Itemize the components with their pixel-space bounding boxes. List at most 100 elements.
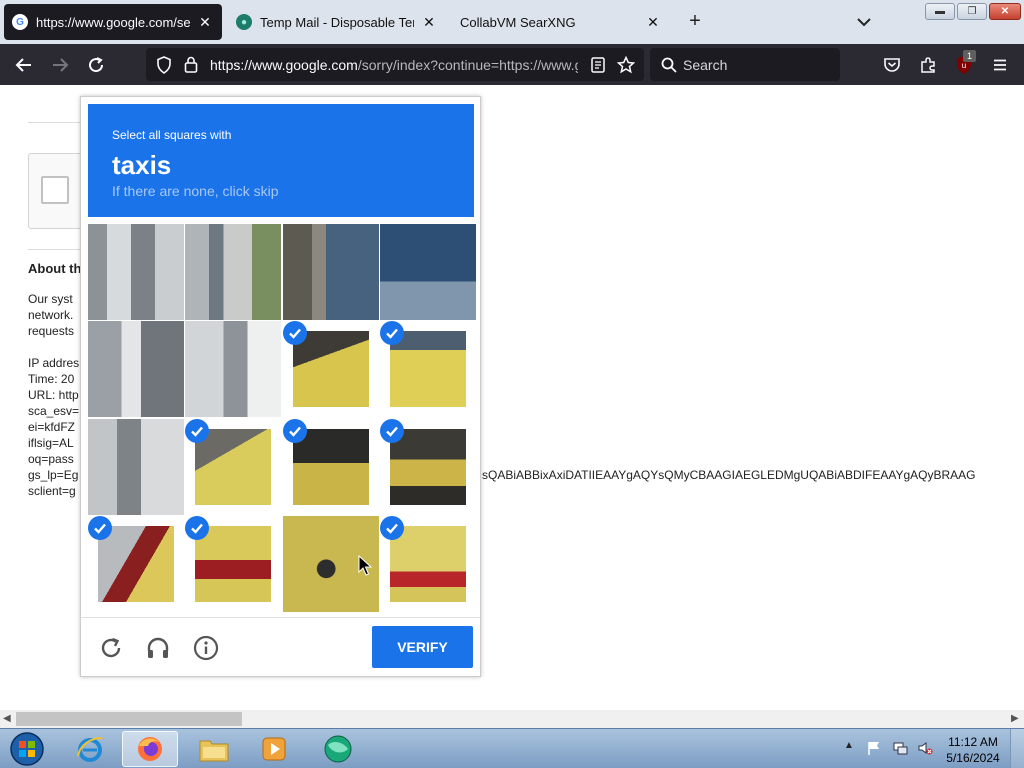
tab-title: Temp Mail - Disposable Temporary: [260, 14, 414, 30]
close-tab-icon[interactable]: ✕: [644, 14, 662, 31]
chevron-down-icon: [857, 18, 871, 27]
taskbar-collabvm-app[interactable]: [310, 731, 366, 767]
captcha-tile[interactable]: [282, 224, 379, 320]
im-not-a-robot-checkbox[interactable]: [41, 176, 69, 204]
lock-icon[interactable]: [184, 56, 198, 73]
tile-image: [292, 331, 369, 408]
captcha-tile[interactable]: [185, 321, 282, 418]
pocket-icon: [884, 58, 900, 72]
audio-challenge-button[interactable]: [144, 634, 172, 662]
close-window-button[interactable]: ✕: [989, 3, 1021, 20]
divider: [28, 122, 88, 123]
bookmark-star-icon[interactable]: [617, 56, 635, 74]
captcha-tile[interactable]: [379, 418, 476, 515]
captcha-tile[interactable]: [379, 321, 476, 417]
recaptcha-widget[interactable]: [28, 153, 88, 229]
app-menu-button[interactable]: [987, 52, 1013, 78]
taskbar-media-player[interactable]: [246, 731, 302, 767]
media-player-icon: [262, 737, 286, 761]
tile-checkmark-icon: [185, 418, 210, 443]
tile-image: [389, 428, 466, 505]
address-bar[interactable]: https://www.google.com/sorry/index?conti…: [146, 48, 644, 81]
minimize-button[interactable]: ▬: [925, 3, 955, 20]
url-text[interactable]: https://www.google.com/sorry/index?conti…: [210, 57, 578, 73]
windows-taskbar: ▲ 11:12 AM 5/16/2024: [0, 728, 1024, 768]
tile-image: [195, 525, 272, 602]
tab-temp-mail[interactable]: ● Temp Mail - Disposable Temporary ✕: [228, 4, 446, 40]
captcha-tile[interactable]: [88, 515, 184, 612]
scroll-right-icon[interactable]: ▶: [1011, 713, 1019, 724]
scroll-left-icon[interactable]: ◀: [3, 713, 11, 724]
challenge-header: Select all squares with taxis If there a…: [88, 104, 474, 217]
close-tab-icon[interactable]: ✕: [196, 14, 214, 31]
tile-image: [185, 321, 282, 418]
ublock-button[interactable]: u 1: [951, 50, 977, 78]
collabvm-globe-icon: [324, 735, 352, 763]
captcha-tile[interactable]: [88, 321, 184, 418]
tile-image: [389, 525, 466, 602]
captcha-tile[interactable]: [379, 515, 476, 612]
captcha-tile[interactable]: [379, 224, 476, 320]
show-hidden-icons-icon[interactable]: ▲: [844, 740, 860, 756]
about-heading: About th: [28, 261, 82, 276]
scrollbar-thumb[interactable]: [16, 712, 242, 726]
tab-collabvm-searxng[interactable]: CollabVM SearXNG ✕: [452, 4, 670, 40]
captcha-tile[interactable]: [282, 321, 379, 417]
system-clock[interactable]: 11:12 AM 5/16/2024: [944, 734, 1002, 766]
svg-text:u: u: [962, 61, 966, 70]
verify-button[interactable]: VERIFY: [372, 626, 473, 668]
maximize-button[interactable]: ❐: [957, 3, 987, 20]
forward-button[interactable]: [47, 52, 73, 78]
network-icon[interactable]: [892, 740, 908, 756]
volume-muted-icon[interactable]: [917, 740, 933, 756]
horizontal-scrollbar[interactable]: ◀ ▶: [0, 710, 1024, 728]
headphones-icon: [147, 637, 169, 658]
close-tab-icon[interactable]: ✕: [420, 14, 438, 31]
recaptcha-challenge: Select all squares with taxis If there a…: [80, 96, 481, 677]
shield-icon[interactable]: [156, 56, 172, 74]
divider: [28, 249, 88, 250]
captcha-tile[interactable]: [185, 515, 281, 612]
mouse-cursor-icon: [358, 555, 372, 576]
reader-view-icon[interactable]: [591, 57, 605, 73]
pocket-button[interactable]: [879, 52, 905, 78]
start-button[interactable]: [0, 731, 54, 767]
firefox-icon: [138, 737, 162, 761]
captcha-tile[interactable]: [88, 418, 184, 515]
reload-challenge-button[interactable]: [97, 634, 125, 662]
tile-image: [389, 331, 466, 408]
tile-image: [282, 224, 379, 320]
arrow-left-icon: [15, 58, 31, 72]
clock-date: 5/16/2024: [946, 751, 1000, 765]
new-tab-button[interactable]: +: [684, 10, 706, 32]
puzzle-icon: [921, 57, 935, 73]
tile-image: [88, 321, 184, 418]
show-desktop-button[interactable]: [1010, 729, 1024, 768]
tile-checkmark-icon: [88, 515, 112, 540]
tile-image: [185, 224, 282, 320]
list-all-tabs-button[interactable]: [854, 12, 874, 32]
tab-google-search[interactable]: G https://www.google.com/search? ✕: [4, 4, 222, 40]
url-host: https://www.google.com: [210, 57, 358, 73]
extensions-button[interactable]: [915, 52, 941, 78]
captcha-tile[interactable]: [185, 418, 281, 515]
taskbar-internet-explorer[interactable]: [62, 731, 118, 767]
gs-lp-continuation: sQABiABBixAxiDATIIEAAYgAQYsQMyCBAAGIAEGL…: [482, 468, 976, 482]
captcha-tile[interactable]: [282, 418, 379, 515]
captcha-tile[interactable]: [185, 224, 282, 320]
image-grid: [88, 224, 476, 612]
tile-image: [292, 428, 369, 505]
search-bar[interactable]: Search: [650, 48, 840, 81]
folder-icon: [199, 740, 229, 762]
action-center-flag-icon[interactable]: [866, 740, 882, 756]
tab-title: https://www.google.com/search?: [36, 14, 190, 30]
captcha-tile[interactable]: [88, 224, 184, 320]
tile-image: [88, 224, 184, 320]
tile-image: [195, 428, 272, 505]
taskbar-file-explorer[interactable]: [186, 731, 242, 767]
reload-button[interactable]: [83, 52, 109, 78]
help-button[interactable]: [192, 634, 220, 662]
tile-checkmark-icon: [282, 321, 307, 346]
back-button[interactable]: [11, 52, 37, 78]
taskbar-firefox[interactable]: [122, 731, 178, 767]
